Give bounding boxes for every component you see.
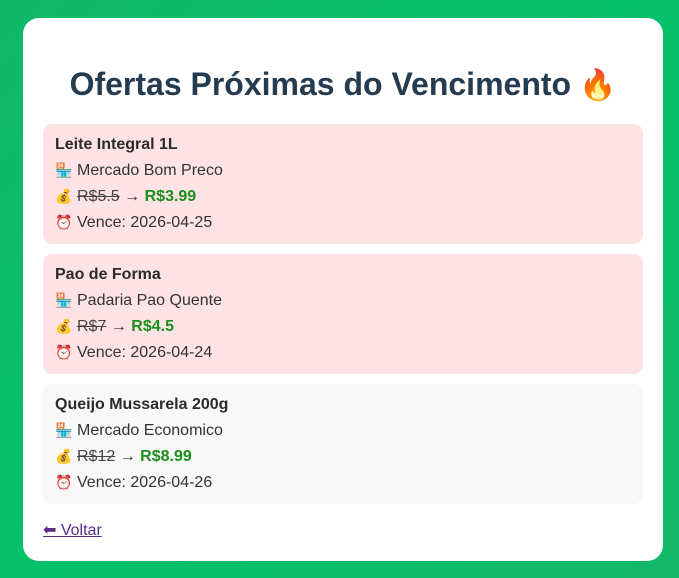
store-icon: 🏪 — [55, 162, 73, 178]
offer-store: Mercado Economico — [77, 422, 223, 439]
offer-price-row: 💰 R$7 → R$4.5 — [55, 313, 631, 339]
money-bag-icon: 💰 — [55, 318, 73, 334]
offer-store: Padaria Pao Quente — [77, 292, 222, 309]
back-link[interactable]: ⬅ Voltar — [43, 520, 102, 540]
offer-name: Queijo Mussarela 200g — [55, 396, 229, 413]
money-bag-icon: 💰 — [55, 448, 73, 464]
old-price: R$7 — [77, 318, 107, 335]
arrow-icon: → — [119, 448, 136, 465]
offer-store: Mercado Bom Preco — [77, 162, 223, 179]
alarm-clock-icon: ⏰ — [55, 474, 73, 490]
offer-name: Pao de Forma — [55, 266, 161, 283]
old-price: R$12 — [77, 448, 116, 465]
arrow-icon: → — [124, 188, 141, 205]
offer-expiry-row: ⏰ Vence: 2026-04-26 — [55, 469, 631, 495]
old-price: R$5.5 — [77, 188, 120, 205]
page-title-text: Ofertas Próximas do Vencimento — [69, 66, 572, 102]
offer-price-row: 💰 R$12 → R$8.99 — [55, 443, 631, 469]
new-price: R$8.99 — [140, 448, 192, 465]
alarm-clock-icon: ⏰ — [55, 214, 73, 230]
fire-icon: 🔥 — [579, 69, 617, 102]
offer-price-row: 💰 R$5.5 → R$3.99 — [55, 183, 631, 209]
offer-expiry: Vence: 2026-04-24 — [77, 344, 213, 361]
offer-item: Queijo Mussarela 200g 🏪 Mercado Economico… — [43, 384, 643, 504]
offer-expiry-row: ⏰ Vence: 2026-04-25 — [55, 209, 631, 235]
new-price: R$3.99 — [144, 188, 197, 205]
offer-store-row: 🏪 Mercado Bom Preco — [55, 157, 631, 183]
offers-list: Leite Integral 1L 🏪 Mercado Bom Preco 💰 R$… — [43, 124, 643, 504]
store-icon: 🏪 — [55, 292, 73, 308]
offer-expiry-row: ⏰ Vence: 2026-04-24 — [55, 339, 631, 365]
alarm-clock-icon: ⏰ — [55, 344, 73, 360]
money-bag-icon: 💰 — [55, 188, 73, 204]
offer-store-row: 🏪 Padaria Pao Quente — [55, 287, 631, 313]
offers-card: Ofertas Próximas do Vencimento 🔥 Leite In… — [23, 18, 663, 561]
offer-expiry: Vence: 2026-04-25 — [77, 214, 213, 231]
offer-name: Leite Integral 1L — [55, 136, 178, 153]
offer-store-row: 🏪 Mercado Economico — [55, 417, 631, 443]
store-icon: 🏪 — [55, 422, 73, 438]
offer-item: Leite Integral 1L 🏪 Mercado Bom Preco 💰 R$… — [43, 124, 643, 244]
arrow-icon: → — [110, 318, 127, 335]
page-title: Ofertas Próximas do Vencimento 🔥 — [43, 18, 643, 106]
new-price: R$4.5 — [131, 318, 174, 335]
offer-expiry: Vence: 2026-04-26 — [77, 474, 213, 491]
offer-item: Pao de Forma 🏪 Padaria Pao Quente 💰 R$7 → … — [43, 254, 643, 374]
